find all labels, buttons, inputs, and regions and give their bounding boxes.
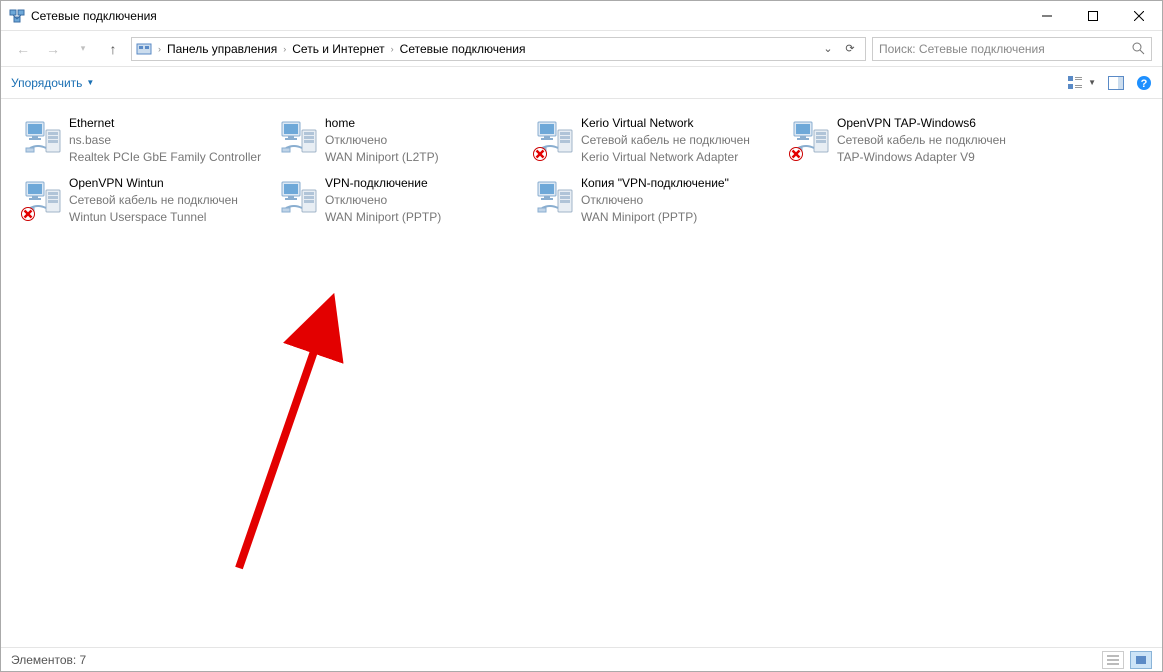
item-count: Элементов: 7 xyxy=(11,653,86,667)
annotation-arrow xyxy=(219,288,349,578)
connections-pane: Ethernet ns.base Realtek PCIe GbE Family… xyxy=(1,101,1162,647)
connection-status: Сетевой кабель не подключен xyxy=(581,132,750,149)
dropdown-arrow-icon: ▼ xyxy=(86,78,94,87)
network-adapter-icon xyxy=(531,173,581,223)
breadcrumb-item[interactable]: Сетевые подключения xyxy=(396,42,530,56)
control-panel-icon xyxy=(136,41,152,57)
connection-name: VPN-подключение xyxy=(325,175,441,192)
connection-item[interactable]: home Отключено WAN Miniport (L2TP) xyxy=(273,111,529,167)
breadcrumb-item[interactable]: Сеть и Интернет xyxy=(288,42,388,56)
navigation-bar: ← → ▾ ↑ › Панель управления › Сеть и Инт… xyxy=(1,31,1162,67)
connection-item[interactable]: Копия "VPN-подключение" Отключено WAN Mi… xyxy=(529,171,785,227)
connection-item[interactable]: OpenVPN Wintun Сетевой кабель не подключ… xyxy=(17,171,273,227)
forward-button[interactable]: → xyxy=(41,37,65,61)
details-view-button[interactable] xyxy=(1102,651,1124,669)
preview-pane-button[interactable] xyxy=(1108,76,1124,90)
network-adapter-icon xyxy=(275,173,325,223)
connection-device: WAN Miniport (PPTP) xyxy=(325,209,441,226)
connection-device: WAN Miniport (L2TP) xyxy=(325,149,439,166)
maximize-button[interactable] xyxy=(1070,1,1116,30)
connection-status: Отключено xyxy=(581,192,729,209)
connection-item[interactable]: Kerio Virtual Network Сетевой кабель не … xyxy=(529,111,785,167)
close-button[interactable] xyxy=(1116,1,1162,30)
connection-device: TAP-Windows Adapter V9 xyxy=(837,149,1006,166)
organize-label: Упорядочить xyxy=(11,76,82,90)
connection-name: home xyxy=(325,115,439,132)
connection-name: Копия "VPN-подключение" xyxy=(581,175,729,192)
organize-button[interactable]: Упорядочить ▼ xyxy=(11,76,94,90)
connection-status: Сетевой кабель не подключен xyxy=(837,132,1006,149)
network-adapter-icon xyxy=(19,113,69,163)
help-button[interactable]: ? xyxy=(1136,75,1152,91)
connection-item[interactable]: VPN-подключение Отключено WAN Miniport (… xyxy=(273,171,529,227)
svg-text:?: ? xyxy=(1141,78,1148,90)
address-bar[interactable]: › Панель управления › Сеть и Интернет › … xyxy=(131,37,866,61)
breadcrumb-separator-icon: › xyxy=(281,44,288,54)
connection-item[interactable]: Ethernet ns.base Realtek PCIe GbE Family… xyxy=(17,111,273,167)
breadcrumb-item[interactable]: Панель управления xyxy=(163,42,281,56)
connection-status: ns.base xyxy=(69,132,261,149)
window-title: Сетевые подключения xyxy=(31,9,1024,23)
connection-status: Сетевой кабель не подключен xyxy=(69,192,238,209)
connection-status: Отключено xyxy=(325,192,441,209)
connection-item[interactable]: OpenVPN TAP-Windows6 Сетевой кабель не п… xyxy=(785,111,1041,167)
command-bar: Упорядочить ▼ ▼ ? xyxy=(1,67,1162,99)
view-options-button[interactable]: ▼ xyxy=(1068,76,1096,90)
network-adapter-icon xyxy=(19,173,69,223)
minimize-button[interactable] xyxy=(1024,1,1070,30)
network-adapter-icon xyxy=(787,113,837,163)
connection-name: Kerio Virtual Network xyxy=(581,115,750,132)
large-icons-view-button[interactable] xyxy=(1130,651,1152,669)
breadcrumb-separator-icon: › xyxy=(389,44,396,54)
network-connections-icon xyxy=(9,8,25,24)
connection-name: OpenVPN Wintun xyxy=(69,175,238,192)
connection-device: Realtek PCIe GbE Family Controller xyxy=(69,149,261,166)
search-icon xyxy=(1132,42,1145,55)
network-adapter-icon xyxy=(275,113,325,163)
connection-device: Wintun Userspace Tunnel xyxy=(69,209,238,226)
connection-status: Отключено xyxy=(325,132,439,149)
search-placeholder: Поиск: Сетевые подключения xyxy=(879,42,1045,56)
connection-device: Kerio Virtual Network Adapter xyxy=(581,149,750,166)
connection-name: Ethernet xyxy=(69,115,261,132)
connection-device: WAN Miniport (PPTP) xyxy=(581,209,729,226)
connection-name: OpenVPN TAP-Windows6 xyxy=(837,115,1006,132)
breadcrumb-separator-icon: › xyxy=(156,44,163,54)
back-button[interactable]: ← xyxy=(11,37,35,61)
address-dropdown-icon[interactable]: ⌄ xyxy=(817,42,839,55)
recent-dropdown[interactable]: ▾ xyxy=(71,37,95,61)
status-bar: Элементов: 7 xyxy=(1,647,1162,671)
title-bar: Сетевые подключения xyxy=(1,1,1162,31)
up-button[interactable]: ↑ xyxy=(101,37,125,61)
network-adapter-icon xyxy=(531,113,581,163)
refresh-button[interactable]: ⟳ xyxy=(839,42,861,55)
search-input[interactable]: Поиск: Сетевые подключения xyxy=(872,37,1152,61)
